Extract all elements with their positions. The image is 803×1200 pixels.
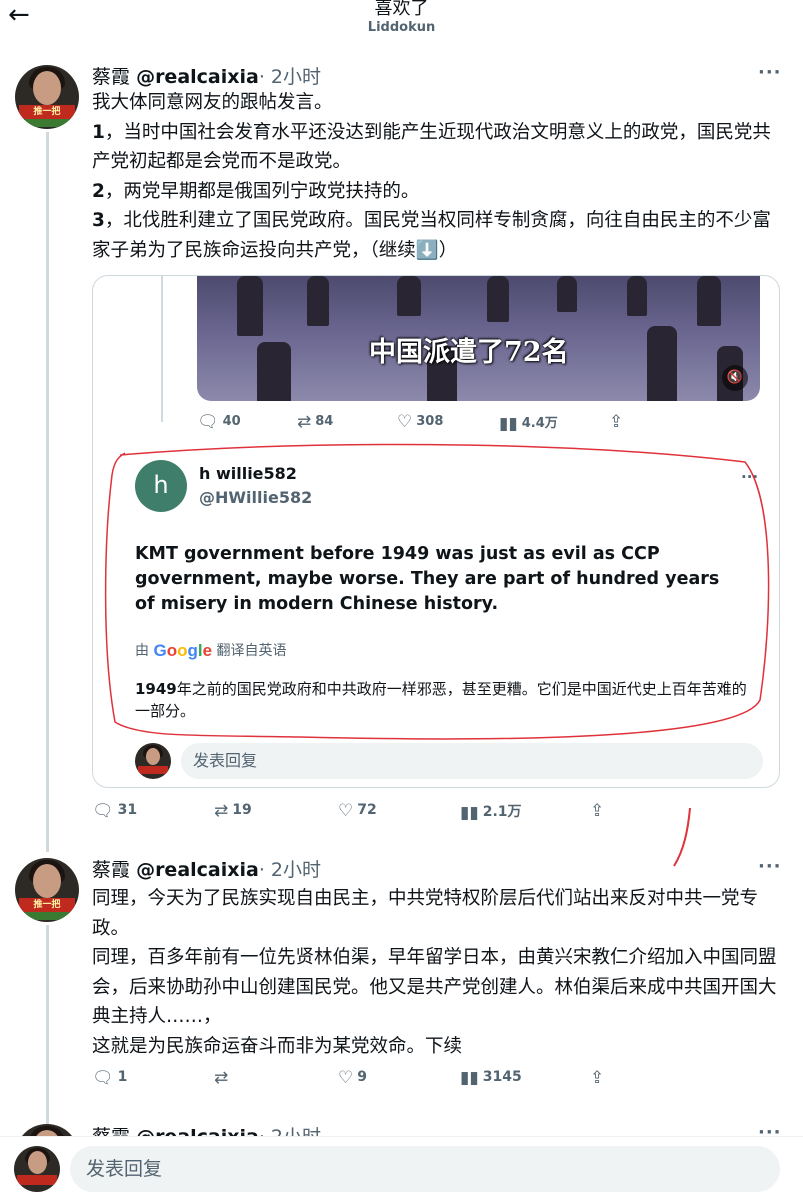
more-options-icon[interactable]: ···: [741, 468, 758, 486]
reply-button[interactable]: 🗨 31: [92, 801, 137, 821]
more-options-icon[interactable]: ···: [758, 62, 782, 83]
views-icon: ▮▮: [499, 414, 518, 434]
thread-line: [46, 132, 49, 852]
reply-icon: 🗨: [197, 412, 219, 432]
share-icon: ⇪: [609, 412, 624, 432]
thread-line: [46, 925, 49, 1125]
post-text: 我大体同意网友的跟帖发言。 1，当时中国社会发育水平还没达到能产生近现代政治文明…: [92, 88, 782, 265]
retweet-icon: ⇄: [297, 412, 312, 432]
post-time[interactable]: · 2小时: [259, 859, 321, 881]
post-actions: 🗨 31 ⇄ 19 ♡ 72 ▮▮ 2.1万 ⇪: [92, 801, 652, 823]
reply-text: KMT government before 1949 was just as e…: [135, 544, 720, 614]
mute-icon[interactable]: 🔇: [722, 365, 748, 391]
video-actions: 🗨 40 ⇄ 84 ♡ 308 ▮▮ 4.4万 ⇪: [197, 412, 757, 434]
heart-icon: ♡: [338, 1068, 354, 1088]
avatar-band-text: 推一把: [19, 105, 75, 119]
top-bar: ← 喜欢了 Liddokun: [0, 0, 803, 44]
reply-author-handle[interactable]: @HWillie582: [199, 488, 312, 507]
reply-icon: 🗨: [92, 801, 114, 821]
page-title: 喜欢了: [374, 0, 429, 19]
avatar: [135, 743, 171, 779]
retweet-button[interactable]: ⇄: [214, 1068, 232, 1088]
like-button[interactable]: ♡ 72: [338, 801, 377, 821]
post-header: 蔡霞 @realcaixia· 2小时: [92, 855, 321, 881]
views-icon: ▮▮: [460, 803, 479, 823]
video-caption: 中国派遣了72名: [369, 337, 569, 368]
bottom-reply-bar: 发表回复: [0, 1136, 803, 1200]
author-handle[interactable]: @realcaixia: [136, 859, 259, 881]
post-line: 2，两党早期都是俄国列宁政党扶持的。: [92, 180, 420, 202]
video-thumbnail[interactable]: 中国派遣了72名 🔇: [197, 276, 760, 401]
share-icon: ⇪: [590, 801, 605, 821]
reply-compose: 发表回复: [135, 743, 765, 779]
views-button[interactable]: ▮▮ 4.4万: [499, 412, 558, 434]
like-button[interactable]: ♡ 308: [397, 412, 443, 432]
avatar[interactable]: 推一把: [15, 65, 79, 129]
google-logo: Google: [153, 641, 213, 660]
avatar: [14, 1146, 60, 1192]
avatar-band-text: 推一把: [19, 898, 75, 912]
reply-avatar[interactable]: h: [135, 460, 187, 512]
post-line: 这就是为民族命运奋斗而非为某党效命。下续: [92, 1035, 463, 1057]
share-icon: ⇪: [590, 1068, 605, 1088]
author-name[interactable]: 蔡霞: [92, 859, 130, 881]
retweet-icon: ⇄: [214, 801, 229, 821]
share-button[interactable]: ⇪: [590, 801, 608, 821]
embedded-conversation-card[interactable]: 中国派遣了72名 🔇 🗨 40 ⇄ 84 ♡ 308 ▮▮ 4.4万 ⇪ h h wil…: [92, 275, 780, 788]
more-options-icon[interactable]: ···: [758, 856, 782, 877]
post-header: 蔡霞 @realcaixia· 2小时: [92, 62, 321, 88]
post-time[interactable]: · 2小时: [259, 66, 321, 88]
post-line: 1，当时中国社会发育水平还没达到能产生近现代政治文明意义上的政党，国民党共产党初…: [92, 121, 771, 173]
thread-line: [161, 276, 163, 422]
translated-text: 1949年之前的国民党政府和中共政府一样邪恶，甚至更糟。它们是中国近代史上百年苦…: [135, 680, 747, 720]
reply-input[interactable]: 发表回复: [70, 1146, 780, 1192]
post-line: 我大体同意网友的跟帖发言。: [92, 92, 333, 113]
views-button[interactable]: ▮▮ 3145: [460, 1068, 522, 1088]
reply-button[interactable]: 🗨 40: [197, 412, 241, 432]
post-line: 同理，今天为了民族实现自由民主，中共党特权阶层后代们站出来反对中共一党专政。: [92, 888, 759, 939]
heart-icon: ♡: [397, 412, 413, 432]
author-name[interactable]: 蔡霞: [92, 66, 130, 88]
reply-input[interactable]: 发表回复: [181, 743, 763, 779]
post-line: 同理，百多年前有一位先贤林伯渠，早年留学日本，由黄兴宋教仁介绍加入中国同盟会，后…: [92, 947, 777, 1027]
retweet-button[interactable]: ⇄ 19: [214, 801, 252, 821]
avatar[interactable]: 推一把: [15, 858, 79, 922]
share-button[interactable]: ⇪: [590, 1068, 608, 1088]
retweet-icon: ⇄: [214, 1068, 229, 1088]
post-text: 同理，今天为了民族实现自由民主，中共党特权阶层后代们站出来反对中共一党专政。 同…: [92, 884, 782, 1061]
author-handle[interactable]: @realcaixia: [136, 66, 259, 88]
retweet-button[interactable]: ⇄ 84: [297, 412, 333, 432]
reply-icon: 🗨: [92, 1068, 114, 1088]
share-button[interactable]: ⇪: [609, 412, 627, 432]
post-actions: 🗨 1 ⇄ ♡ 9 ▮▮ 3145 ⇪: [92, 1068, 652, 1090]
translation-attribution[interactable]: 由 Google 翻译自英语: [135, 640, 287, 661]
reply-button[interactable]: 🗨 1: [92, 1068, 127, 1088]
like-button[interactable]: ♡ 9: [338, 1068, 367, 1088]
views-icon: ▮▮: [460, 1068, 479, 1088]
heart-icon: ♡: [338, 801, 354, 821]
views-button[interactable]: ▮▮ 2.1万: [460, 801, 522, 823]
reply-author-name[interactable]: h willie582: [199, 464, 297, 483]
page-subtitle: Liddokun: [367, 20, 436, 35]
post-line: 3，北伐胜利建立了国民党政府。国民党当权同样专制贪腐，向往自由民主的不少富家子弟…: [92, 210, 771, 261]
